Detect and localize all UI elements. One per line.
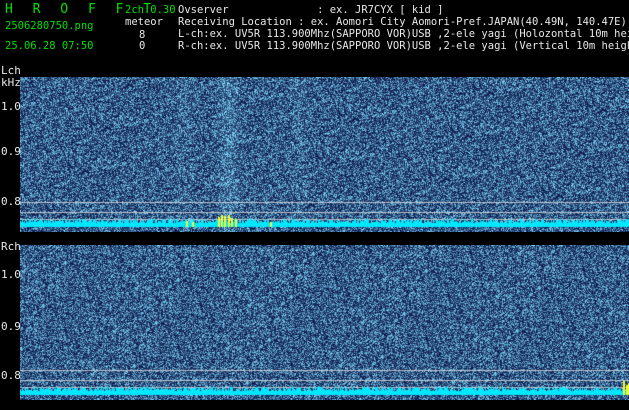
lch-spectrogram	[20, 77, 629, 232]
rch-ytick-1-0: 1.0	[1, 268, 21, 281]
rch-ytick-0-8: 0.8	[1, 369, 21, 382]
rch-setup-line: R-ch:ex. UV5R 113.900Mhz(SAPPORO VOR)USB…	[178, 40, 629, 52]
rch-spectrogram	[20, 245, 629, 400]
meteor-count-lch: 8	[139, 29, 146, 41]
lch-ytick-1-0: 1.0	[1, 100, 21, 113]
location-line: Receiving Location : ex. Aomori City Aom…	[178, 16, 627, 28]
capture-datetime: 25.06.28 07:50	[5, 40, 94, 52]
lch-setup-line: L-ch:ex. UV5R 113.900Mhz(SAPPORO VOR)USB…	[178, 28, 629, 40]
meteor-label: meteor	[125, 16, 163, 28]
meteor-count-rch: 0	[139, 40, 146, 52]
lch-ytick-0-9: 0.9	[1, 145, 21, 158]
mode-label: 2ch 0.30	[125, 4, 176, 16]
lch-unit-label: kHz	[1, 76, 21, 89]
lch-ytick-0-8: 0.8	[1, 195, 21, 208]
rch-ytick-0-9: 0.9	[1, 320, 21, 333]
file-name: 2506280750.png	[5, 20, 94, 32]
lch-channel-label: Lch	[1, 64, 21, 77]
observer-line: Ovserver : ex. JR7CYX [ kid ]	[178, 4, 444, 16]
rch-channel-label: Rch	[1, 240, 21, 253]
